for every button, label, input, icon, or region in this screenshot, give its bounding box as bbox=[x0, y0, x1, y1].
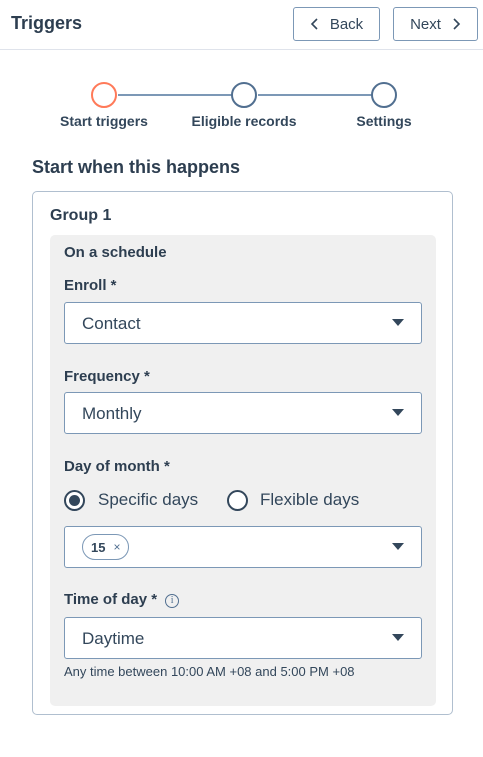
days-multiselect[interactable]: 15 × bbox=[64, 526, 422, 568]
step-label-settings[interactable]: Settings bbox=[356, 113, 411, 129]
chevron-left-icon bbox=[310, 18, 318, 30]
step-indicator-eligible-records[interactable] bbox=[231, 82, 257, 108]
time-of-day-value: Daytime bbox=[82, 629, 145, 648]
back-button-label: Back bbox=[329, 15, 364, 33]
caret-down-icon bbox=[392, 634, 404, 641]
back-button[interactable]: Back bbox=[293, 7, 380, 41]
caret-down-icon bbox=[392, 543, 404, 550]
step-indicator-start-triggers[interactable] bbox=[91, 82, 117, 108]
frequency-label: Frequency * bbox=[64, 368, 150, 385]
info-icon[interactable]: i bbox=[165, 594, 180, 608]
step-label-start-triggers[interactable]: Start triggers bbox=[60, 113, 148, 129]
step-indicator-settings[interactable] bbox=[371, 82, 397, 108]
time-of-day-label: Time of day * i bbox=[64, 591, 180, 608]
top-header: Triggers Back Next bbox=[0, 0, 483, 50]
group-title: Group 1 bbox=[50, 207, 112, 224]
schedule-subtitle: On a schedule bbox=[64, 244, 167, 261]
day-tag-label: 15 bbox=[91, 539, 106, 555]
frequency-value: Monthly bbox=[82, 404, 142, 423]
enroll-value: Contact bbox=[82, 314, 141, 333]
step-connector bbox=[258, 94, 372, 96]
trigger-group-card: Group 1 On a schedule Enroll * Contact F… bbox=[32, 191, 453, 715]
page-title: Triggers bbox=[11, 13, 83, 33]
frequency-select[interactable]: Monthly bbox=[64, 392, 422, 434]
time-of-day-label-text: Time of day * bbox=[64, 591, 158, 608]
specific-days-label[interactable]: Specific days bbox=[98, 490, 198, 510]
remove-tag-icon[interactable]: × bbox=[113, 540, 120, 554]
day-of-month-label: Day of month * bbox=[64, 458, 170, 475]
enroll-label: Enroll * bbox=[64, 277, 117, 294]
caret-down-icon bbox=[392, 409, 404, 416]
step-connector bbox=[118, 94, 232, 96]
caret-down-icon bbox=[392, 319, 404, 326]
enroll-select[interactable]: Contact bbox=[64, 302, 422, 344]
day-tag: 15 × bbox=[82, 534, 130, 560]
time-of-day-select[interactable]: Daytime bbox=[64, 617, 422, 659]
section-title: Start when this happens bbox=[32, 157, 241, 177]
next-button-label: Next bbox=[410, 15, 441, 33]
schedule-panel: On a schedule Enroll * Contact Frequency… bbox=[50, 235, 436, 706]
day-of-month-radio-group: Specific days Flexible days bbox=[64, 487, 422, 513]
flexible-days-label[interactable]: Flexible days bbox=[260, 490, 359, 510]
specific-days-radio[interactable] bbox=[64, 490, 85, 511]
flexible-days-radio[interactable] bbox=[227, 490, 248, 511]
time-of-day-helper-text: Any time between 10:00 AM +08 and 5:00 P… bbox=[64, 664, 355, 679]
next-button[interactable]: Next bbox=[393, 7, 478, 41]
progress-stepper: Start triggers Eligible records Settings bbox=[0, 80, 483, 140]
chevron-right-icon bbox=[453, 18, 461, 30]
step-label-eligible-records[interactable]: Eligible records bbox=[191, 113, 296, 129]
